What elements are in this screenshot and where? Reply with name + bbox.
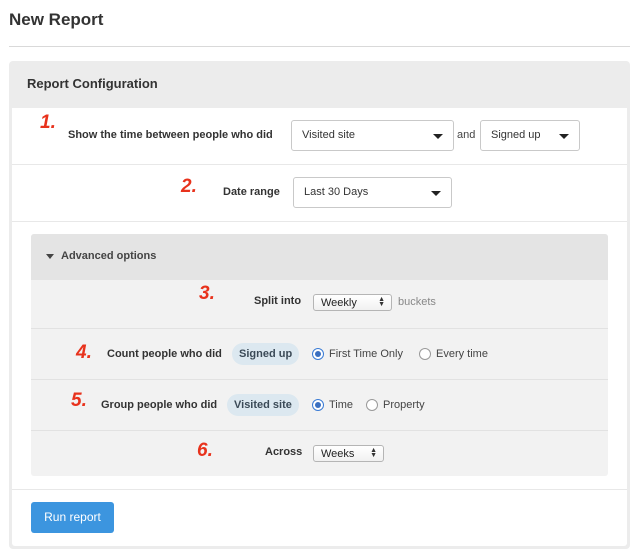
group-people-label: Group people who did <box>101 399 218 411</box>
every-time-radio[interactable] <box>419 348 431 360</box>
buckets-label: buckets <box>398 296 436 308</box>
first-time-only-label[interactable]: First Time Only <box>329 348 403 360</box>
across-select[interactable]: Weeks ▲ ▼ <box>313 445 384 462</box>
chevron-down-icon <box>431 191 441 196</box>
row-divider <box>12 221 627 222</box>
title-divider <box>9 46 630 47</box>
across-label: Across <box>265 446 303 458</box>
caret-down-icon <box>46 254 54 259</box>
panel-title: Report Configuration <box>27 76 158 91</box>
date-range-select[interactable]: Last 30 Days <box>293 177 452 208</box>
split-into-value: Weekly <box>321 297 357 309</box>
count-event-token: Signed up <box>232 343 300 365</box>
step-3-marker: 3. <box>199 283 215 304</box>
group-event-token: Visited site <box>227 394 299 416</box>
date-range-value: Last 30 Days <box>304 186 369 198</box>
step-6-marker: 6. <box>197 440 213 461</box>
report-configuration-panel: Report Configuration 1. Show the time be… <box>9 61 630 549</box>
row-divider <box>12 164 627 165</box>
time-between-label: Show the time between people who did <box>68 129 273 141</box>
row-divider <box>12 489 627 490</box>
property-radio[interactable] <box>366 399 378 411</box>
step-4-marker: 4. <box>76 342 92 363</box>
every-time-label[interactable]: Every time <box>436 348 488 360</box>
first-time-only-radio[interactable] <box>312 348 324 360</box>
and-label: and <box>457 129 476 141</box>
advanced-options-title: Advanced options <box>61 250 157 262</box>
page-title: New Report <box>9 10 104 29</box>
select-arrows-icon: ▲ ▼ <box>370 447 377 459</box>
property-label[interactable]: Property <box>383 399 425 411</box>
split-into-select[interactable]: Weekly ▲ ▼ <box>313 294 392 311</box>
split-into-label: Split into <box>254 295 302 307</box>
date-range-label: Date range <box>223 186 280 198</box>
panel-body: 1. Show the time between people who did … <box>12 108 627 546</box>
step-5-marker: 5. <box>71 390 87 411</box>
across-value: Weeks <box>321 448 355 460</box>
advanced-options-toggle[interactable]: Advanced options <box>31 234 608 280</box>
first-event-value: Visited site <box>302 129 355 141</box>
row-divider <box>31 328 608 329</box>
step-1-marker: 1. <box>40 112 56 133</box>
first-event-select[interactable]: Visited site <box>291 120 454 151</box>
second-event-value: Signed up <box>491 129 541 141</box>
step-2-marker: 2. <box>181 176 197 197</box>
chevron-down-icon <box>559 134 569 139</box>
second-event-select[interactable]: Signed up <box>480 120 580 151</box>
chevron-down-icon <box>433 134 443 139</box>
run-report-button[interactable]: Run report <box>31 502 114 533</box>
advanced-options-section: Advanced options 3. Split into Weekly ▲ ▼… <box>31 234 608 476</box>
time-radio[interactable] <box>312 399 324 411</box>
row-divider <box>31 430 608 431</box>
row-divider <box>31 379 608 380</box>
count-people-label: Count people who did <box>107 348 222 360</box>
time-label[interactable]: Time <box>329 399 353 411</box>
select-arrows-icon: ▲ ▼ <box>378 296 385 308</box>
